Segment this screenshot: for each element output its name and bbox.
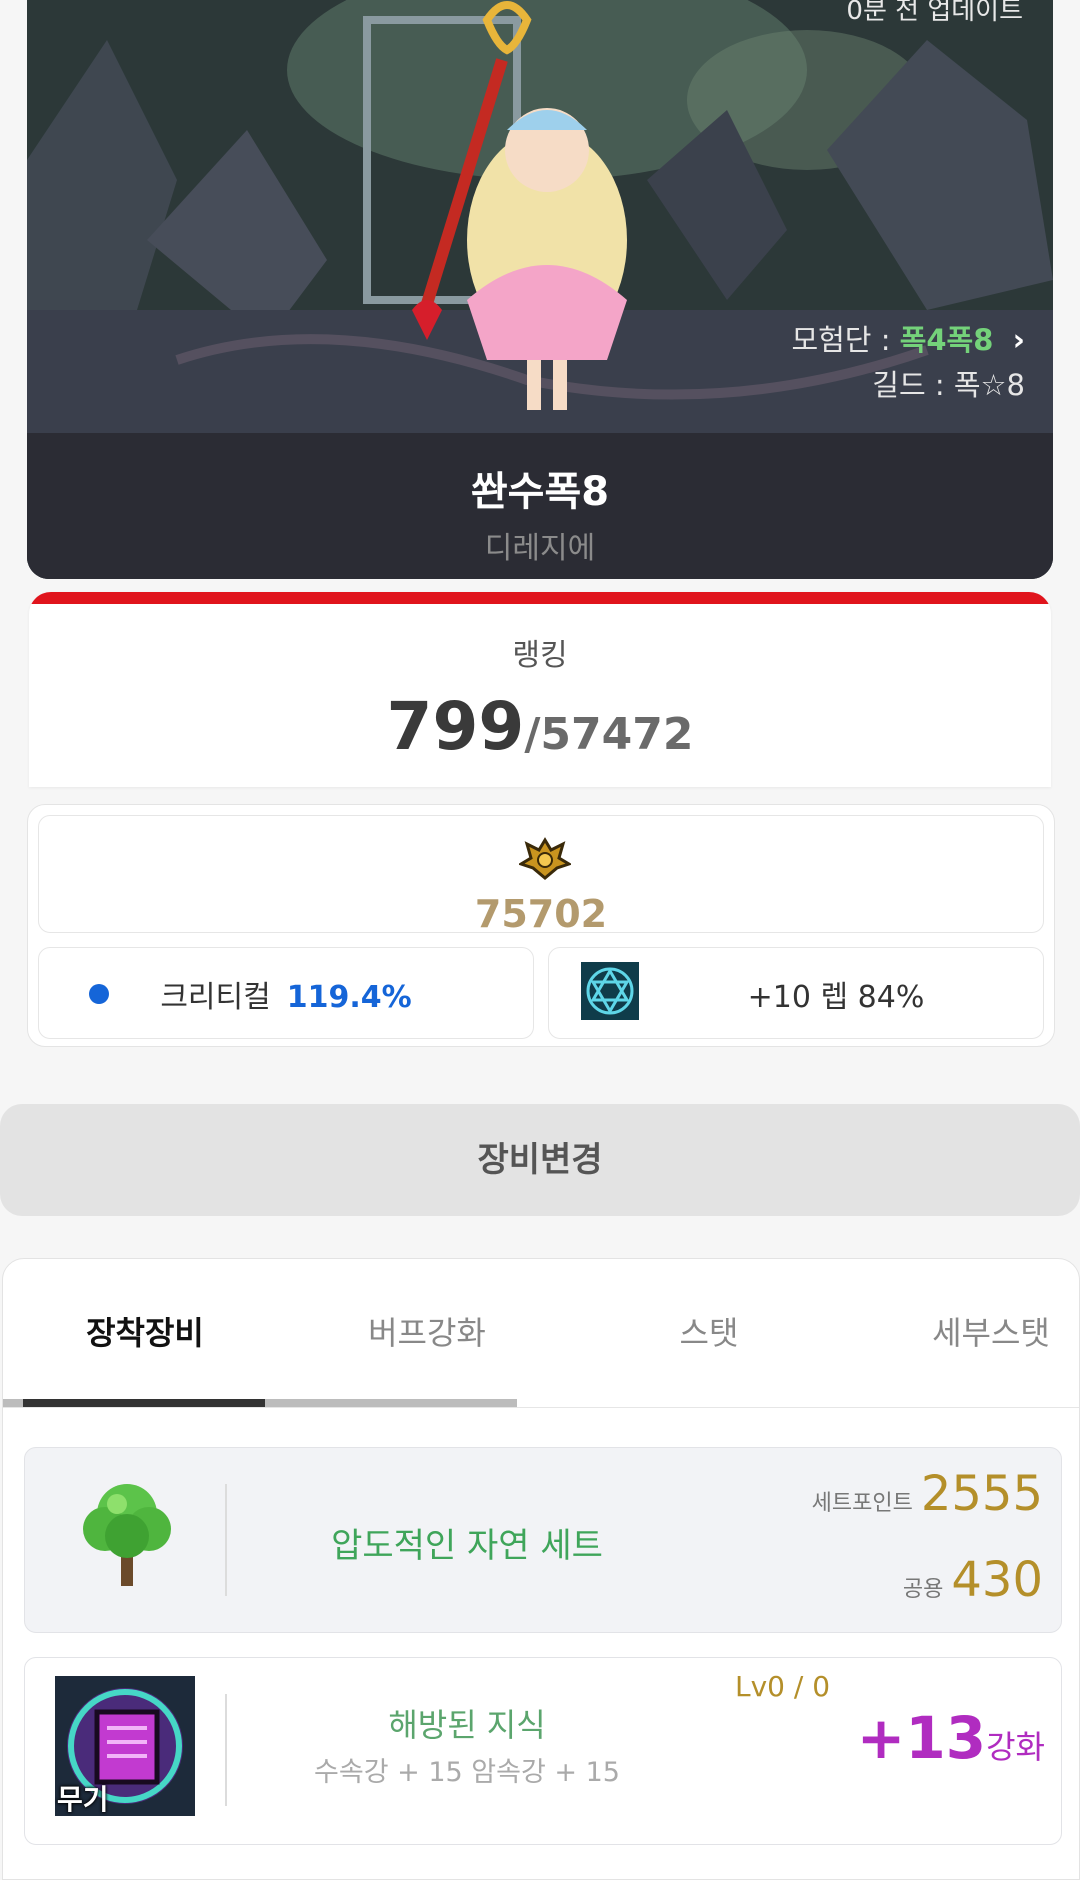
tab-stats[interactable]: 스탯 — [579, 1259, 839, 1407]
change-equipment-button[interactable]: 장비변경 — [0, 1104, 1080, 1216]
tab-equipped[interactable]: 장착장비 — [15, 1259, 275, 1407]
fame-emblem-icon — [519, 837, 571, 880]
set-item-row[interactable]: 압도적인 자연 세트 세트포인트 2555 공용 430 — [24, 1447, 1062, 1633]
server-name: 디레지에 — [484, 531, 596, 566]
level-box: +10 렙 84% — [548, 947, 1044, 1039]
rank-total: /57472 — [524, 709, 694, 760]
accent-bar — [29, 592, 1051, 604]
tab-bar: 장착장비 버프강화 스탯 세부스탯 — [3, 1259, 1079, 1407]
character-name-bar: 쏸수폭8 디레지에 — [27, 433, 1053, 579]
ranking-card: 랭킹 799/57472 — [29, 592, 1051, 787]
adventure-label: 모험단 : — [791, 323, 891, 357]
divider — [3, 1407, 1079, 1408]
weapon-level: Lv0 / 0 — [735, 1670, 831, 1703]
tree-icon — [83, 1484, 171, 1586]
ranking-label: 랭킹 — [512, 638, 568, 673]
enhance-label: 강화 — [986, 1728, 1045, 1766]
set-common-value: 430 — [951, 1552, 1043, 1608]
chevron-right-icon: › — [1012, 323, 1025, 358]
tab-detail-stats[interactable]: 세부스탯 — [861, 1259, 1080, 1407]
ranking-value: 799/57472 — [29, 688, 1051, 765]
weapon-row[interactable]: 무기 해방된 지식 수속강 + 15 암속강 + 15 Lv0 / 0 +13강… — [24, 1657, 1062, 1845]
rank-number: 799 — [386, 688, 525, 765]
adventure-name: 폭4폭8 — [899, 323, 994, 357]
adventure-guild-info: 모험단 : 폭4폭8 › 길드 : 폭☆8 — [791, 318, 1025, 407]
tab-buff-enhance[interactable]: 버프강화 — [297, 1259, 557, 1407]
guild-name: 폭☆8 — [953, 368, 1025, 402]
critical-box: 크리티컬 119.4% — [38, 947, 534, 1039]
set-point-label: 세트포인트 — [811, 1491, 913, 1516]
set-point: 세트포인트 2555 — [812, 1466, 1043, 1522]
adventure-link[interactable]: 모험단 : 폭4폭8 › — [791, 318, 1025, 363]
fame-value: 75702 — [474, 892, 608, 936]
guild-info: 길드 : 폭☆8 — [791, 363, 1025, 407]
stat-panel: 75702 크리티컬 119.4% +10 렙 84% — [27, 804, 1055, 1047]
weapon-options: 수속강 + 15 암속강 + 15 — [314, 1757, 620, 1788]
update-time-text: 0분 전 업데이트 — [846, 0, 1023, 26]
critical-text: 크리티컬 119.4% — [39, 972, 533, 1016]
level-text: +10 렙 84% — [747, 980, 925, 1015]
fame-box: 75702 — [38, 815, 1044, 936]
weapon-name: 해방된 지식 — [388, 1706, 546, 1744]
set-name: 압도적인 자연 세트 — [331, 1526, 603, 1566]
critical-value: 119.4% — [286, 980, 412, 1015]
tab-active-indicator — [23, 1399, 265, 1407]
character-name: 쏸수폭8 — [470, 469, 610, 515]
set-common-label: 공용 — [902, 1577, 944, 1602]
equipment-card: 장착장비 버프강화 스탯 세부스탯 압도적인 자연 세트 세트포인트 2555 공… — [2, 1258, 1080, 1880]
enhance-value: +13 — [856, 1704, 987, 1772]
critical-label: 크리티컬 — [160, 980, 271, 1015]
weapon-enhance: +13강화 — [857, 1704, 1045, 1772]
weapon-slot-label: 무기 — [57, 1783, 109, 1816]
set-common: 공용 430 — [903, 1552, 1043, 1608]
set-point-value: 2555 — [920, 1466, 1043, 1522]
character-banner: 0분 전 업데이트 모험단 : 폭4폭8 › 길드 : 폭☆8 쏸수폭8 디레지… — [27, 0, 1053, 579]
guild-label: 길드 : — [872, 368, 945, 402]
